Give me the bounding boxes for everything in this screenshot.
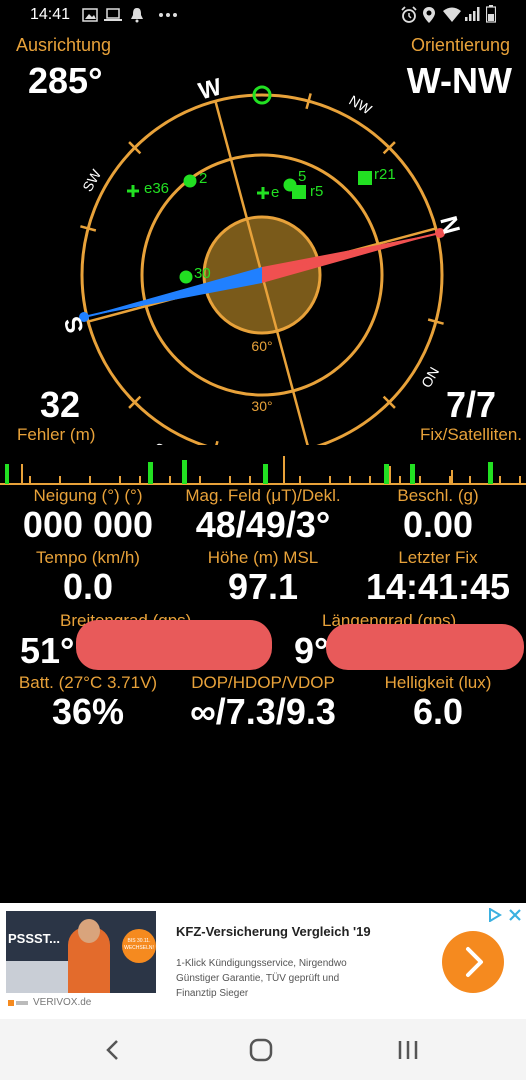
fix-label: Fix/Satelliten. (419, 425, 522, 444)
cardinal-south: S (59, 314, 89, 336)
dop-label: DOP/HDOP/VDOP (191, 673, 335, 692)
hoehe-value: 97.1 (227, 566, 299, 607)
ad-cta-button[interactable] (442, 931, 504, 993)
verivox-logo-icon (8, 1000, 28, 1006)
batt-label: Batt. (27°C 3.71V) (18, 673, 158, 692)
alarm-icon (401, 6, 417, 23)
neigung-label: Neigung (°) (°) (33, 486, 143, 505)
breitengrad-value: 51° (20, 630, 75, 671)
navigation-bar (0, 1019, 526, 1080)
redaction-latitude (76, 620, 272, 670)
status-bar: 14:41 (0, 0, 526, 30)
ad-title[interactable]: KFZ-Versicherung Vergleich '19 (176, 924, 371, 939)
intercardinal-so: SO (151, 439, 177, 445)
status-time: 14:41 (30, 6, 71, 23)
ad-person-head (78, 919, 100, 943)
svg-text:2: 2 (199, 170, 207, 187)
wifi-icon (443, 7, 461, 22)
hoehe-label: Höhe (m) MSL (207, 548, 319, 567)
back-icon[interactable] (104, 1039, 122, 1061)
adchoices-icon[interactable] (488, 908, 502, 922)
intercardinal-sw: SW (79, 166, 105, 194)
satellite-r5: r5 (292, 183, 323, 200)
battery-icon (486, 5, 496, 23)
helligkeit-cell: Helligkeit (lux) 6.0 (358, 673, 518, 733)
cardinal-west: W (196, 73, 225, 105)
image-icon (82, 8, 98, 22)
svg-text:e: e (271, 184, 279, 201)
more-icon (159, 13, 177, 17)
chevron-right-icon (466, 947, 483, 977)
laptop-icon (104, 8, 122, 21)
dop-value: ∞/7.3/9.3 (190, 691, 336, 732)
svg-text:r21: r21 (374, 166, 396, 183)
svg-text:5: 5 (298, 168, 306, 185)
ad-close-icon[interactable] (508, 908, 522, 922)
beschl-label: Beschl. (g) (397, 486, 479, 505)
satellite-2: 2 (183, 170, 207, 188)
fix-value: 7/7 (445, 384, 496, 425)
signal-icon (465, 7, 480, 21)
letzter-fix-cell: Letzter Fix 14:41:45 (358, 548, 518, 608)
hoehe-cell: Höhe (m) MSL 97.1 (170, 548, 356, 608)
ad-banner[interactable]: PSSST... BIS 30.11. WECHSELN! VERIVOX.de… (0, 903, 526, 1019)
svg-text:r5: r5 (310, 183, 323, 200)
batt-cell: Batt. (27°C 3.71V) 36% (8, 673, 168, 733)
satellite-e: e (257, 184, 279, 201)
home-icon[interactable] (248, 1037, 274, 1063)
tempo-value: 0.0 (62, 566, 114, 607)
accuracy-label: Fehler (m) (17, 425, 96, 444)
magfeld-label: Mag. Feld (μT)/Dekl. (185, 486, 341, 505)
satellite-e36: e36 (127, 180, 169, 197)
tempo-cell: Tempo (km/h) 0.0 (8, 548, 168, 608)
satellite-30: 30 (179, 265, 211, 284)
neigung-cell: Neigung (°) (°) 000 000 (8, 486, 168, 546)
ad-description: 1-Klick Kündigungsservice, Nirgendwo Gün… (176, 958, 347, 999)
beschl-cell: Beschl. (g) 0.00 (358, 486, 518, 546)
svg-text:30: 30 (194, 265, 211, 282)
magfeld-value: 48/49/3° (195, 504, 331, 545)
letzter-fix-value: 14:41:45 (365, 566, 511, 607)
batt-value: 36% (51, 691, 125, 732)
helligkeit-value: 6.0 (412, 691, 464, 732)
letzter-fix-label: Letzter Fix (398, 548, 478, 567)
bell-icon (131, 8, 143, 23)
intercardinal-no: NO (418, 364, 442, 390)
intercardinal-nw: NW (346, 92, 375, 118)
satellite-r21: r21 (358, 166, 396, 185)
ad-image-badge: BIS 30.11. WECHSELN! (122, 929, 156, 963)
cardinal-north: N (434, 213, 465, 237)
redaction-longitude (326, 624, 524, 670)
ring-label-30: 30° (251, 398, 272, 414)
ad-car-shape (6, 961, 76, 993)
accuracy-value: 32 (40, 384, 81, 425)
laengengrad-value: 9° (294, 630, 329, 671)
ad-brand[interactable]: VERIVOX.de (33, 997, 91, 1008)
ring-label-60: 60° (251, 338, 272, 354)
svg-text:e36: e36 (144, 180, 169, 197)
tempo-label: Tempo (km/h) (36, 548, 140, 567)
satellite-signal-strip (0, 456, 526, 485)
dop-cell: DOP/HDOP/VDOP ∞/7.3/9.3 (170, 673, 356, 733)
neigung-value: 000 000 (22, 504, 154, 545)
recents-icon[interactable] (396, 1038, 420, 1062)
helligkeit-label: Helligkeit (lux) (384, 673, 492, 692)
ad-image[interactable]: PSSST... BIS 30.11. WECHSELN! (6, 911, 156, 993)
magfeld-cell: Mag. Feld (μT)/Dekl. 48/49/3° (170, 486, 356, 546)
ad-image-headline: PSSST... (8, 931, 61, 946)
beschl-value: 0.00 (402, 504, 474, 545)
location-icon (423, 7, 435, 23)
